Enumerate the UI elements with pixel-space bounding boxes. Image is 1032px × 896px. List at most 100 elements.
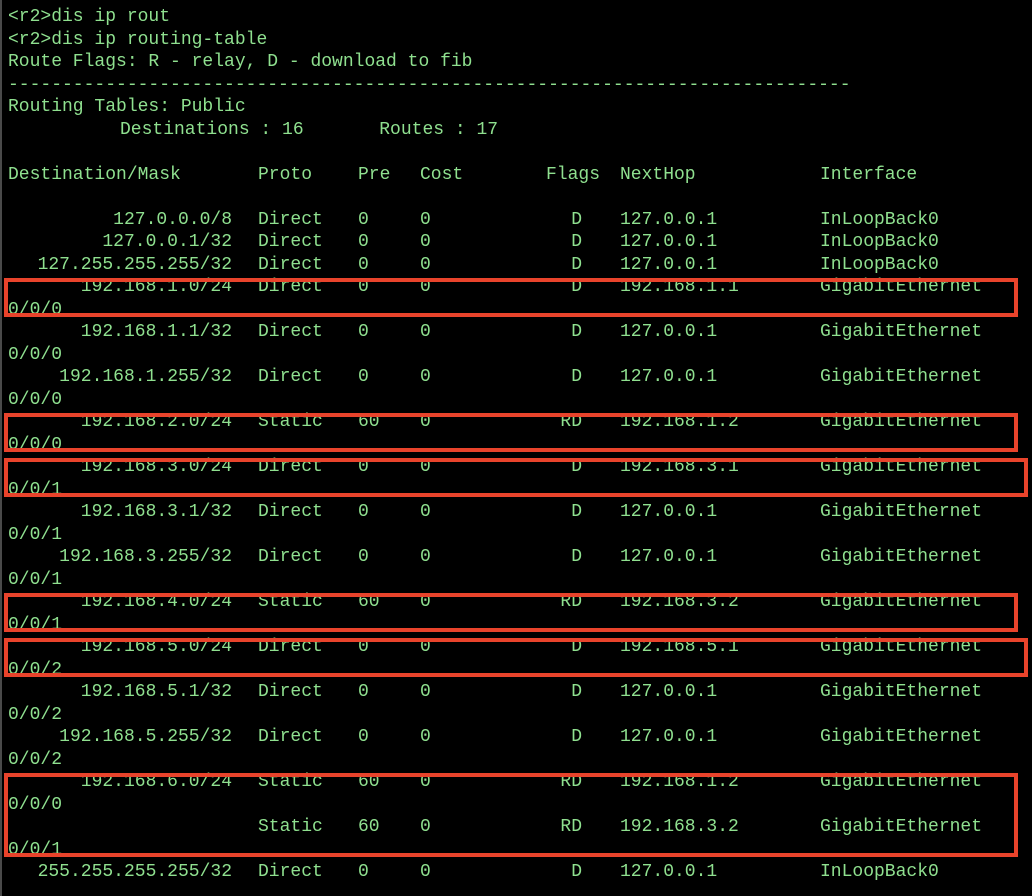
route-flags: D: [571, 547, 582, 567]
route-nexthop: 192.168.3.2: [620, 592, 739, 612]
header-interface: Interface: [820, 164, 918, 185]
route-destination: 192.168.5.255/32: [59, 727, 232, 747]
route-preference: 60: [358, 772, 380, 792]
route-interface: GigabitEthernet: [820, 322, 983, 342]
route-preference: 0: [358, 862, 369, 882]
route-proto: Direct: [258, 209, 323, 230]
route-nexthop: 127.0.0.1: [620, 547, 718, 567]
route-nexthop: 192.168.3.2: [620, 817, 739, 837]
route-interface: GigabitEthernet: [820, 817, 983, 837]
route-nexthop: 192.168.1.1: [620, 277, 739, 297]
separator-line: ----------------------------------------…: [8, 74, 851, 95]
route-interface-wrap: 0/0/1: [8, 839, 63, 860]
route-cost: 0: [420, 592, 431, 612]
route-interface: GigabitEthernet: [820, 682, 983, 702]
route-flags: RD: [560, 592, 582, 612]
header-flags: Flags: [546, 164, 601, 185]
route-proto: Direct: [258, 277, 323, 297]
route-preference: 60: [358, 412, 380, 432]
route-cost: 0: [420, 254, 431, 275]
route-destination: 127.255.255.255/32: [37, 254, 232, 275]
route-cost: 0: [420, 727, 431, 747]
route-nexthop: 192.168.3.1: [620, 457, 739, 477]
route-flags: RD: [560, 412, 582, 432]
header-pre: Pre: [358, 164, 391, 185]
route-destination: 192.168.1.255/32: [59, 367, 232, 387]
table-row: 127.255.255.255/32 Direct 0 0 D 127.0.0.1 InLo…: [0, 254, 1032, 277]
route-destination: 192.168.6.0/24: [80, 772, 232, 792]
route-destination: 192.168.3.255/32: [59, 547, 232, 567]
route-cost: 0: [420, 772, 431, 792]
route-nexthop: 127.0.0.1: [620, 232, 718, 252]
route-flags: D: [571, 254, 582, 275]
route-preference: 0: [358, 727, 369, 747]
route-nexthop: 192.168.1.2: [620, 772, 739, 792]
route-destination: 255.255.255.255/32: [37, 862, 232, 882]
route-interface-wrap: 0/0/1: [8, 614, 63, 635]
route-interface: GigabitEthernet: [820, 457, 983, 477]
route-preference: 60: [358, 592, 380, 612]
route-nexthop: 127.0.0.1: [620, 862, 718, 882]
route-cost: 0: [420, 682, 431, 702]
route-cost: 0: [420, 547, 431, 567]
route-nexthop: 127.0.0.1: [620, 209, 718, 230]
route-proto: Direct: [258, 322, 323, 342]
route-flags: D: [571, 367, 582, 387]
routing-table-summary: Destinations : 16 Routes : 17: [120, 119, 499, 140]
command-line-1: <r2>dis ip rout: [8, 7, 171, 27]
routing-table-title: Routing Tables: Public: [8, 97, 246, 117]
route-destination: 192.168.3.0/24: [80, 457, 232, 477]
route-nexthop: 127.0.0.1: [620, 682, 718, 702]
route-interface: GigabitEthernet: [820, 637, 983, 657]
route-preference: 0: [358, 254, 369, 275]
route-flags: RD: [560, 772, 582, 792]
window-border: [0, 0, 2, 896]
route-interface-wrap: 0/0/0: [8, 434, 63, 455]
route-interface-wrap: 0/0/0: [8, 299, 63, 320]
table-row: 192.168.2.0/24 Static 60 0 RD 192.168.1.2 Giga…: [0, 411, 1032, 434]
route-flags: D: [571, 637, 582, 657]
terminal-window[interactable]: <r2>dis ip rout <r2>dis ip routing-table…: [0, 0, 1032, 896]
route-cost: 0: [420, 412, 431, 432]
route-nexthop: 127.0.0.1: [620, 502, 718, 522]
table-row: 192.168.5.1/32 Direct 0 0 D 127.0.0.1 GigabitE…: [0, 681, 1032, 704]
route-proto: Static: [258, 817, 323, 837]
route-preference: 0: [358, 277, 369, 297]
route-interface-wrap: 0/0/2: [8, 704, 63, 725]
route-interface: InLoopBack0: [820, 209, 939, 230]
route-destination: 192.168.4.0/24: [80, 592, 232, 612]
route-cost: 0: [420, 367, 431, 387]
route-interface-wrap: 0/0/1: [8, 524, 63, 545]
header-nexthop: NextHop: [620, 164, 696, 185]
route-destination: 192.168.5.0/24: [80, 637, 232, 657]
header-cost: Cost: [420, 164, 464, 185]
table-row: 192.168.1.1/32 Direct 0 0 D 127.0.0.1 GigabitE…: [0, 321, 1032, 344]
route-interface: GigabitEthernet: [820, 412, 983, 432]
route-preference: 0: [358, 547, 369, 567]
route-preference: 0: [358, 457, 369, 477]
route-interface: GigabitEthernet: [820, 592, 983, 612]
route-flags: D: [571, 457, 582, 477]
route-proto: Direct: [258, 547, 323, 567]
route-interface: GigabitEthernet: [820, 502, 983, 522]
header-proto: Proto: [258, 164, 313, 185]
table-row: 192.168.3.0/24 Direct 0 0 D 192.168.3.1 Gigabi…: [0, 456, 1032, 479]
route-proto: Direct: [258, 502, 323, 522]
route-interface-wrap: 0/0/0: [8, 344, 63, 365]
route-interface-wrap: 0/0/0: [8, 794, 63, 815]
route-destination: 192.168.1.1/32: [80, 322, 232, 342]
route-interface-wrap: 0/0/2: [8, 659, 63, 680]
route-preference: 0: [358, 209, 369, 230]
route-flags: D: [571, 232, 582, 252]
route-nexthop: 127.0.0.1: [620, 727, 718, 747]
route-proto: Static: [258, 412, 323, 432]
route-preference: 0: [358, 322, 369, 342]
route-interface: GigabitEthernet: [820, 547, 983, 567]
table-row: 127.0.0.0/8 Direct 0 0 D 127.0.0.1 InLoopBack0: [0, 209, 1032, 232]
route-flags: D: [571, 277, 582, 297]
route-preference: 0: [358, 232, 369, 252]
route-preference: 0: [358, 637, 369, 657]
route-preference: 0: [358, 682, 369, 702]
route-destination: 127.0.0.1/32: [102, 232, 232, 252]
route-cost: 0: [420, 862, 431, 882]
